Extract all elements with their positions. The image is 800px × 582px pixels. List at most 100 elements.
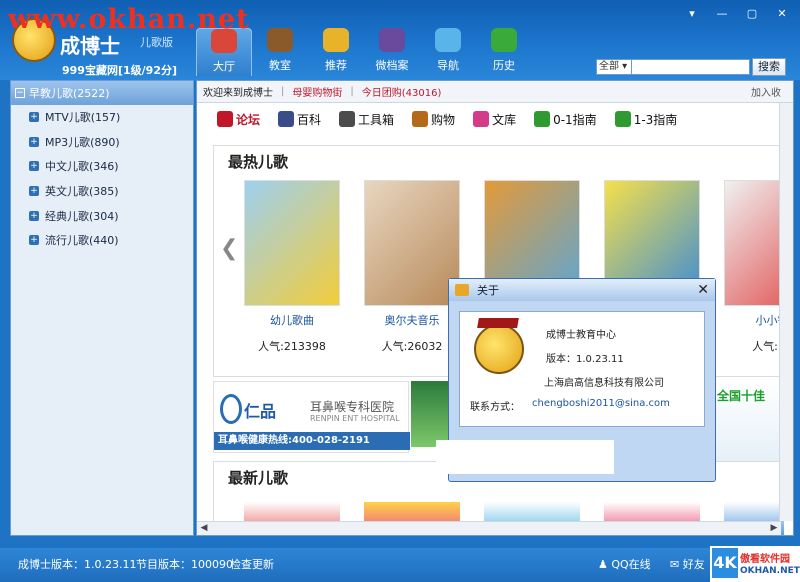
- history-icon: [491, 28, 517, 52]
- album-card[interactable]: 奥尔夫音乐人气:26032: [364, 180, 460, 354]
- hospital-ad-banner[interactable]: 仁品 耳鼻喉专科医院 RENPIN ENT HOSPITAL 耳鼻喉健康热线:4…: [213, 381, 410, 453]
- category-link[interactable]: 0-1指南: [534, 111, 597, 128]
- search-scope-select[interactable]: 全部 ▾: [596, 59, 632, 75]
- mascot-icon: [474, 324, 524, 374]
- close-icon[interactable]: ✕: [768, 6, 796, 22]
- contact-email[interactable]: chengboshi2011@sina.com: [532, 398, 670, 409]
- expand-icon[interactable]: +: [29, 136, 39, 147]
- sidebar-item-label: 经典儿歌(304): [45, 209, 119, 223]
- welcome-text: 欢迎来到成博士: [203, 88, 273, 99]
- nav-profile[interactable]: 微档案: [364, 28, 420, 76]
- category-label: 论坛: [236, 112, 261, 127]
- album-popularity: 人气:26032: [381, 340, 443, 353]
- category-label: 购物: [431, 112, 456, 127]
- category-link[interactable]: 1-3指南: [614, 111, 678, 128]
- chat-icon: [435, 28, 461, 52]
- scroll-right-icon[interactable]: ▶: [767, 522, 781, 535]
- prev-arrow-icon[interactable]: ❮: [220, 236, 238, 261]
- nav-kids[interactable]: 推荐: [308, 28, 364, 76]
- search-input[interactable]: [632, 59, 750, 75]
- category-link[interactable]: 购物: [412, 111, 455, 128]
- version-text: 版本：1.0.23.11: [546, 354, 624, 365]
- sprout-icon: [614, 111, 631, 127]
- add-favorite-link[interactable]: 加入收: [751, 84, 781, 99]
- dialog-title-bar: 关于 ✕: [449, 279, 715, 301]
- profile-icon: [379, 28, 405, 52]
- tv-icon: [267, 28, 293, 52]
- album-title[interactable]: 奥尔夫音乐: [385, 312, 440, 328]
- album-title[interactable]: 幼儿歌曲: [270, 312, 314, 328]
- hospital-logo-icon: [220, 394, 242, 424]
- qq-online-link[interactable]: ♟ QQ在线: [598, 556, 651, 572]
- category-link[interactable]: 文库: [473, 111, 516, 128]
- sidebar-item[interactable]: + 中文儿歌(346): [11, 154, 193, 179]
- sidebar-category-header[interactable]: − 早教儿歌(2522): [11, 81, 193, 105]
- scroll-left-icon[interactable]: ◀: [197, 522, 211, 535]
- vertical-scrollbar[interactable]: [779, 103, 793, 521]
- search-button[interactable]: 搜索: [752, 58, 786, 76]
- nav-label: 大厅: [213, 60, 235, 73]
- sidebar-item-label: 流行儿歌(440): [45, 234, 119, 248]
- shop-link[interactable]: 母婴购物街: [292, 84, 342, 99]
- nav-history[interactable]: 历史: [476, 28, 532, 76]
- check-update-link[interactable]: 检查更新: [230, 556, 274, 572]
- category-label: 百科: [297, 112, 322, 127]
- category-link[interactable]: 工具箱: [339, 111, 394, 128]
- group-buy-link[interactable]: 今日团购(43016): [362, 84, 442, 99]
- sidebar-item[interactable]: + 英文儿歌(385): [11, 179, 193, 204]
- dialog-body: 成博士教育中心 版本：1.0.23.11 上海启高信息科技有限公司 联系方式： …: [459, 311, 705, 427]
- forum-icon: [217, 111, 233, 127]
- sidebar: − 早教儿歌(2522) + MTV儿歌(157) + MP3儿歌(890) + 中文儿歌…: [10, 80, 194, 536]
- sidebar-item[interactable]: + 经典儿歌(304): [11, 203, 193, 228]
- horizontal-scrollbar[interactable]: ◀ ▶: [197, 521, 781, 535]
- mail-link[interactable]: ✉ 好友: [670, 556, 705, 572]
- minimize-icon[interactable]: —: [708, 6, 736, 22]
- contact-row: 联系方式： chengboshi2011@sina.com: [470, 398, 670, 413]
- album-popularity: 人气:213398: [258, 340, 326, 353]
- status-bar: 成博士版本：1.0.23.11 节目版本：100090 检查更新 ♟ QQ在线 …: [0, 548, 800, 582]
- album-card[interactable]: 幼儿歌曲人气:213398: [244, 180, 340, 354]
- expand-icon[interactable]: +: [29, 186, 39, 197]
- main-nav: 大厅 教室 推荐 微档案 导航 历史: [196, 28, 532, 76]
- sidebar-item-label: 中文儿歌(346): [45, 160, 119, 174]
- account-info[interactable]: 999宝藏网[1级/92分]: [62, 62, 177, 78]
- nav-home[interactable]: 大厅: [196, 28, 252, 76]
- sidebar-item-label: MTV儿歌(157): [45, 111, 121, 125]
- category-label: 文库: [492, 112, 517, 127]
- sidebar-item[interactable]: + 流行儿歌(440): [11, 228, 193, 253]
- section-title: 最热儿歌: [228, 153, 289, 171]
- info-bar: 欢迎来到成博士 | 母婴购物街 | 今日团购(43016) 加入收: [197, 81, 793, 103]
- sidebar-item[interactable]: + MP3儿歌(890): [11, 130, 193, 155]
- nav-label: 历史: [493, 59, 515, 72]
- close-icon[interactable]: ✕: [697, 282, 709, 298]
- category-link[interactable]: 百科: [278, 111, 321, 128]
- graduation-hat-icon: [477, 318, 519, 328]
- window-controls: ▾ — ▢ ✕: [678, 6, 796, 22]
- nav-chat[interactable]: 导航: [420, 28, 476, 76]
- site-watermark-logo: 4K 傲看软件园 OKHAN.NET: [710, 546, 800, 582]
- album-cover[interactable]: [364, 180, 460, 306]
- menu-icon[interactable]: ▾: [678, 6, 706, 22]
- sprout-icon: [534, 111, 551, 127]
- green-ad-banner[interactable]: [411, 381, 449, 447]
- maximize-icon[interactable]: ▢: [738, 6, 766, 22]
- kids-icon: [323, 28, 349, 52]
- category-bar: 论坛 百科 工具箱 购物 文库 0-1指南 1-3指南: [197, 103, 793, 135]
- category-label: 1-3指南: [633, 112, 678, 127]
- collapse-icon[interactable]: −: [15, 88, 25, 98]
- nav-label: 推荐: [325, 59, 347, 72]
- expand-icon[interactable]: +: [29, 210, 39, 221]
- expand-icon[interactable]: +: [29, 112, 39, 123]
- nav-label: 导航: [437, 59, 459, 72]
- expand-icon[interactable]: +: [29, 235, 39, 246]
- dialog-app-icon: [455, 284, 469, 296]
- album-cover[interactable]: [244, 180, 340, 306]
- sidebar-item[interactable]: + MTV儿歌(157): [11, 105, 193, 130]
- right-ad-banner[interactable]: 全国十佳: [713, 381, 781, 461]
- nav-tv[interactable]: 教室: [252, 28, 308, 76]
- expand-icon[interactable]: +: [29, 161, 39, 172]
- watermark-text: www.okhan.net: [8, 4, 250, 35]
- category-label: 工具箱: [358, 112, 395, 127]
- category-link[interactable]: 论坛: [217, 111, 260, 128]
- doc-icon: [473, 111, 490, 127]
